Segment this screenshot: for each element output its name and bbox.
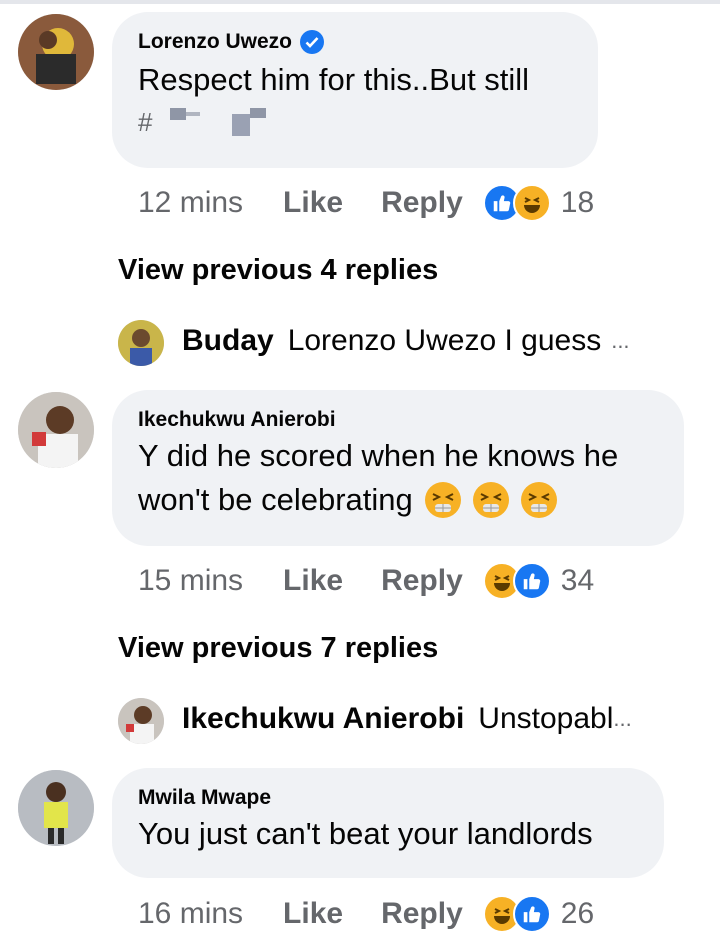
redacted-text-icon — [170, 108, 267, 136]
like-button[interactable]: Like — [283, 564, 343, 598]
like-reaction-icon — [512, 562, 551, 600]
comment-bubble: Mwila Mwape You just can't beat your lan… — [112, 768, 664, 878]
reaction-icons[interactable] — [482, 184, 551, 222]
reply-button[interactable]: Reply — [381, 186, 463, 220]
comment-text: Respect him for this..But still # — [138, 58, 572, 142]
comment-bubble: Ikechukwu Anierobi Y did he scored when … — [112, 390, 684, 546]
comment-text-span: won't be celebrating — [138, 482, 413, 517]
author-name[interactable]: Mwila Mwape — [138, 786, 271, 810]
comment-author[interactable]: Mwila Mwape — [138, 786, 638, 810]
comment-bubble: Lorenzo Uwezo Respect him for this..But … — [112, 12, 598, 168]
timestamp[interactable]: 15 mins — [138, 564, 243, 598]
comment-text: You just can't beat your landlords — [138, 812, 638, 856]
comment-meta: 16 mins Like Reply 26 — [138, 895, 594, 933]
timestamp[interactable]: 16 mins — [138, 897, 243, 931]
reply-snippet[interactable]: Unstopabl — [478, 702, 613, 736]
haha-reaction-icon — [512, 184, 551, 222]
comment-meta: 15 mins Like Reply 34 — [138, 562, 594, 600]
avatar[interactable] — [118, 320, 164, 366]
ellipsis: ... — [611, 328, 630, 353]
avatar[interactable] — [18, 14, 94, 90]
tired-face-emoji-icon — [472, 482, 509, 518]
verified-badge-icon — [300, 30, 325, 54]
avatar[interactable] — [118, 698, 164, 744]
reaction-icons[interactable] — [482, 895, 551, 933]
reply-button[interactable]: Reply — [381, 897, 463, 931]
comment-meta: 12 mins Like Reply 18 — [138, 184, 594, 222]
reaction-count[interactable]: 26 — [561, 897, 594, 931]
reply-author[interactable]: Buday — [182, 324, 274, 358]
avatar[interactable] — [18, 392, 94, 468]
reply-author[interactable]: Ikechukwu Anierobi — [182, 702, 464, 736]
author-name[interactable]: Ikechukwu Anierobi — [138, 408, 336, 432]
tired-face-emoji-icon — [424, 482, 461, 518]
reply-preview[interactable]: Ikechukwu Anierobi Unstopabl ... — [182, 702, 632, 736]
comment-text-line: won't be celebrating — [138, 478, 658, 522]
ellipsis: ... — [613, 706, 632, 731]
comment-text-line: Respect him for this..But still — [138, 62, 530, 97]
comment-author[interactable]: Ikechukwu Anierobi — [138, 408, 658, 432]
reaction-count[interactable]: 18 — [561, 186, 594, 220]
reaction-count[interactable]: 34 — [561, 564, 594, 598]
like-button[interactable]: Like — [283, 897, 343, 931]
timestamp[interactable]: 12 mins — [138, 186, 243, 220]
reply-preview[interactable]: Buday Lorenzo Uwezo I guess ... — [182, 324, 630, 358]
comment-text: Y did he scored when he knows he won't b… — [138, 434, 658, 522]
avatar[interactable] — [18, 770, 94, 846]
author-name[interactable]: Lorenzo Uwezo — [138, 30, 292, 54]
tired-face-emoji-icon — [520, 482, 557, 518]
hashtag[interactable]: # — [138, 100, 152, 144]
comment-text-line: Y did he scored when he knows he — [138, 438, 619, 473]
reply-button[interactable]: Reply — [381, 564, 463, 598]
view-previous-replies-link[interactable]: View previous 4 replies — [118, 254, 438, 287]
view-previous-replies-link[interactable]: View previous 7 replies — [118, 632, 438, 665]
top-divider — [0, 0, 720, 4]
reply-snippet[interactable]: Lorenzo Uwezo I guess — [288, 324, 602, 358]
like-button[interactable]: Like — [283, 186, 343, 220]
reaction-icons[interactable] — [482, 562, 551, 600]
like-reaction-icon — [512, 895, 551, 933]
comment-text-line: You just can't beat your landlords — [138, 816, 593, 851]
comment-text-line: # — [138, 102, 572, 142]
comment-author[interactable]: Lorenzo Uwezo — [138, 30, 572, 54]
